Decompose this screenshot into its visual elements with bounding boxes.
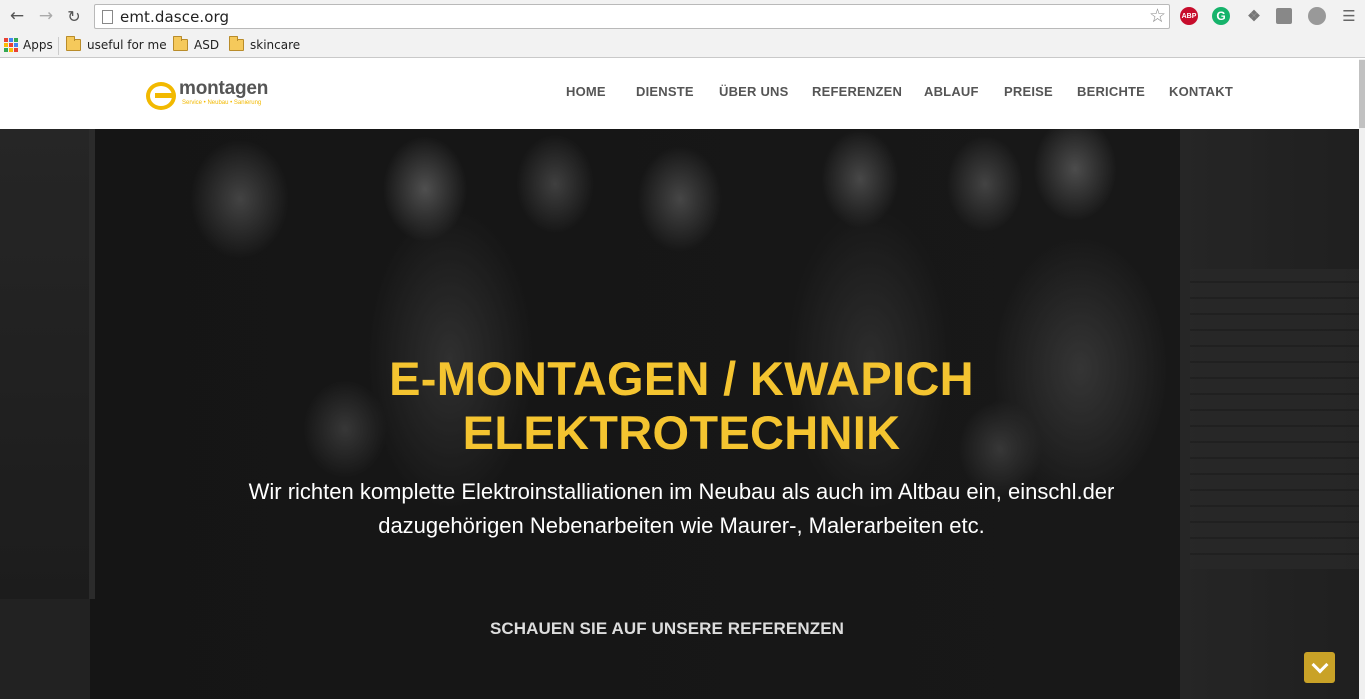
hero-subtitle: Wir richten komplette Elektroinstalliati… [248, 479, 1115, 538]
references-cta-link[interactable]: SCHAUEN SIE AUF UNSERE REFERENZEN [476, 619, 858, 639]
grammarly-icon[interactable]: G [1212, 7, 1230, 25]
forward-arrow-icon[interactable]: → [36, 6, 56, 26]
scrollbar[interactable] [1359, 59, 1365, 699]
bookmarks-bar: Apps useful for me ASD skincare [0, 33, 1365, 58]
site-header: montagen Service • Neubau • Sanierung HO… [0, 59, 1359, 129]
bookmark-apps[interactable]: Apps [4, 36, 53, 54]
back-arrow-icon[interactable]: ← [7, 6, 27, 26]
main-navigation: HOME DIENSTE ÜBER UNS REFERENZEN ABLAUF … [0, 59, 1359, 129]
hero-title: E-MONTAGEN / KWAPICH ELEKTROTECHNIK [389, 352, 974, 459]
menu-icon[interactable]: ☰ [1340, 7, 1358, 25]
folder-icon [229, 36, 244, 51]
scroll-down-button[interactable] [1304, 652, 1335, 683]
nav-ablauf[interactable]: ABLAUF [924, 84, 979, 99]
bookmark-apps-label: Apps [23, 38, 53, 52]
nav-dienste[interactable]: DIENSTE [636, 84, 694, 99]
nav-kontakt[interactable]: KONTAKT [1169, 84, 1233, 99]
bookmark-label: ASD [194, 38, 220, 52]
bookmark-label: skincare [250, 38, 301, 52]
nav-preise[interactable]: PREISE [1004, 84, 1053, 99]
chevron-down-icon [1311, 656, 1328, 673]
bookmark-separator [58, 37, 59, 55]
nav-home[interactable]: HOME [566, 84, 606, 99]
bookmark-folder-skincare[interactable]: skincare [229, 36, 300, 54]
bookmark-star-icon[interactable]: ☆ [1149, 5, 1166, 27]
extension-puzzle-icon[interactable]: ❖ [1245, 7, 1263, 25]
nav-referenzen[interactable]: REFERENZEN [812, 84, 902, 99]
address-bar[interactable]: emt.dasce.org ☆ [94, 4, 1170, 29]
nav-ueber-uns[interactable]: ÜBER UNS [719, 84, 789, 99]
reload-icon[interactable]: ↻ [64, 6, 84, 26]
apps-grid-icon [4, 38, 18, 52]
extension-globe-icon[interactable] [1308, 7, 1326, 25]
folder-icon [173, 36, 188, 51]
bookmark-folder-asd[interactable]: ASD [173, 36, 219, 54]
extension-pages-icon[interactable] [1276, 8, 1292, 24]
bookmark-folder-useful[interactable]: useful for me [66, 36, 167, 54]
folder-icon [66, 36, 81, 51]
adblock-plus-icon[interactable]: ABP [1180, 7, 1198, 25]
nav-berichte[interactable]: BERICHTE [1077, 84, 1145, 99]
url-text[interactable]: emt.dasce.org [120, 8, 229, 26]
bookmark-label: useful for me [87, 38, 167, 52]
scrollbar-thumb[interactable] [1359, 60, 1365, 128]
page-icon [102, 10, 113, 24]
browser-toolbar: ← → ↻ emt.dasce.org ☆ ABP G ❖ ☰ [0, 0, 1365, 33]
hero-section: E-MONTAGEN / KWAPICH ELEKTROTECHNIK Wir … [0, 129, 1359, 699]
